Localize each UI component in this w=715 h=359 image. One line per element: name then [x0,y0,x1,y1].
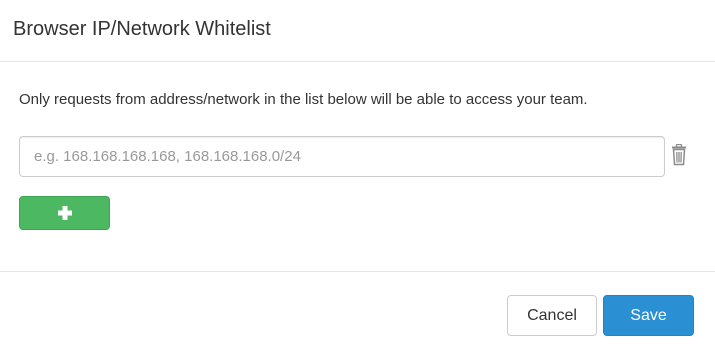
ip-network-input[interactable] [19,136,665,177]
delete-entry-button[interactable] [670,143,690,166]
trash-icon [672,143,686,166]
footer-divider [0,271,715,272]
dialog-header: Browser IP/Network Whitelist [0,0,715,62]
whitelist-dialog: Browser IP/Network Whitelist Only reques… [0,0,715,359]
plus-icon [57,206,72,220]
cancel-button[interactable]: Cancel [507,295,597,336]
dialog-title: Browser IP/Network Whitelist [13,18,271,40]
add-entry-button[interactable] [19,196,110,230]
save-button[interactable]: Save [603,295,694,336]
whitelist-description: Only requests from address/network in th… [19,91,588,108]
